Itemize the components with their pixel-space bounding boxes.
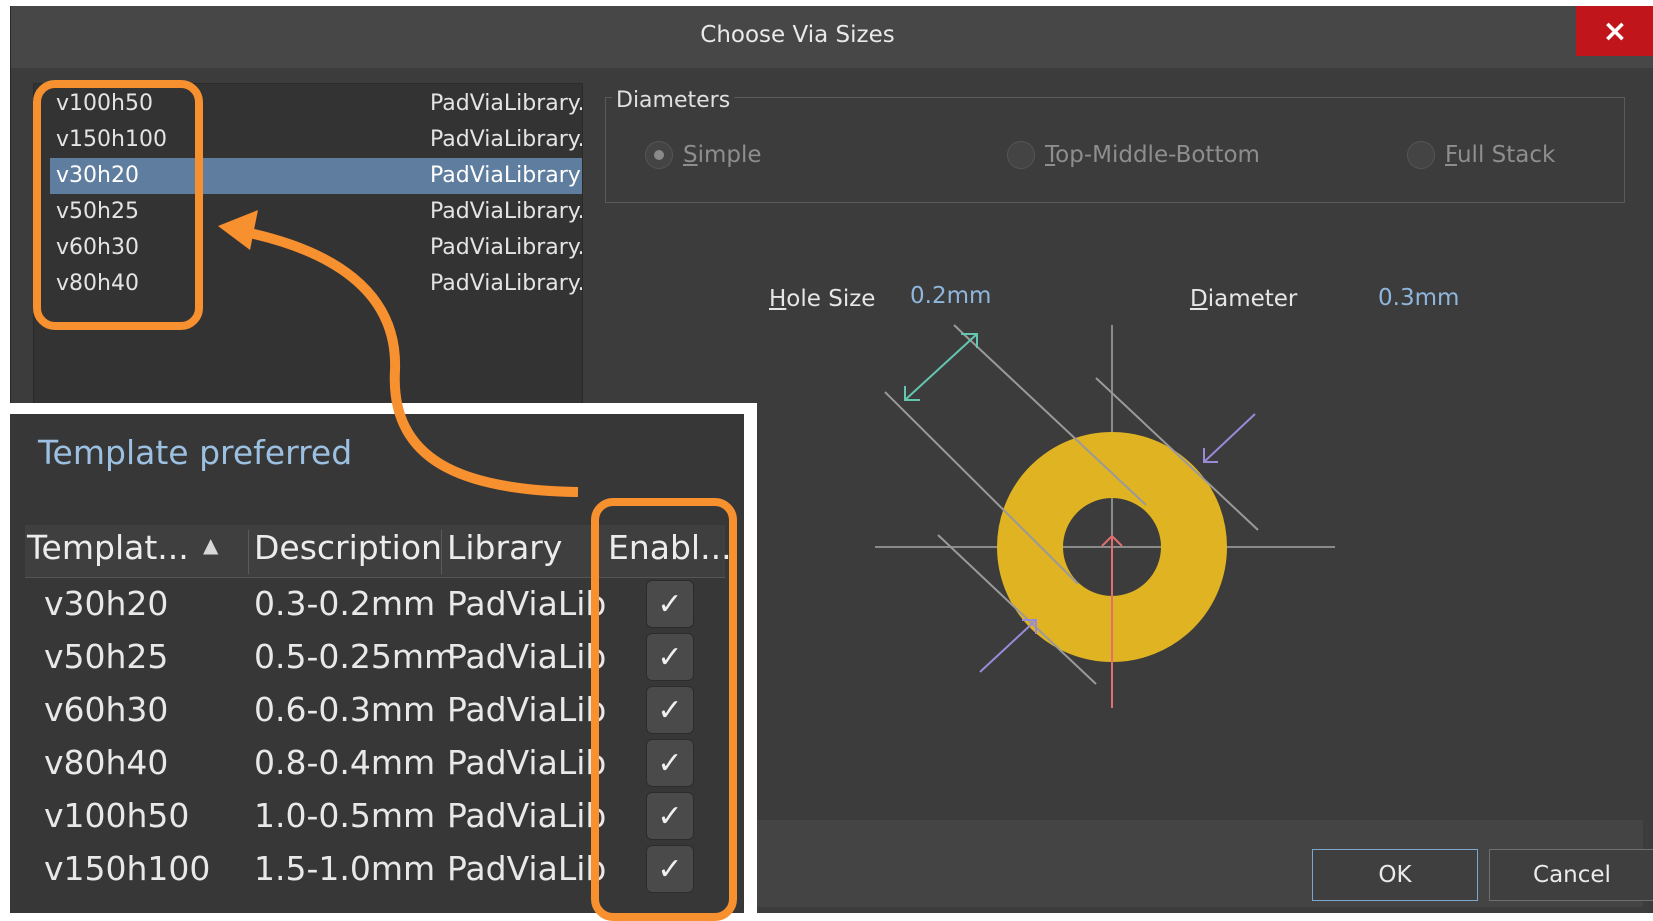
ok-button[interactable]: OK bbox=[1312, 849, 1478, 901]
radio-label-mnemonic: S bbox=[683, 142, 698, 168]
title-bar: Choose Via Sizes × bbox=[11, 6, 1653, 68]
cell-library: PadViaLib bbox=[447, 584, 605, 623]
radio-top-middle-bottom[interactable]: Top-Middle-Bottom bbox=[1007, 140, 1260, 170]
via-library: PadViaLibrary. bbox=[430, 91, 582, 116]
radio-dot bbox=[654, 150, 664, 160]
radio-circle bbox=[1407, 141, 1435, 169]
radio-simple[interactable]: Simple bbox=[645, 140, 762, 170]
hole-size-mnemonic: H bbox=[769, 286, 787, 312]
radio-label-mnemonic: T bbox=[1045, 142, 1056, 168]
radio-label: Simple bbox=[683, 142, 762, 168]
cell-library: PadViaLib bbox=[447, 690, 605, 729]
cancel-button[interactable]: Cancel bbox=[1489, 849, 1653, 901]
diameter-value[interactable]: 0.3mm bbox=[1378, 285, 1459, 311]
diameter-mnemonic: D bbox=[1190, 286, 1208, 312]
hole-size-value[interactable]: 0.2mm bbox=[910, 283, 991, 309]
hole-size-text: ole Size bbox=[786, 286, 876, 312]
cell-template: v60h30 bbox=[44, 690, 169, 729]
column-header-description[interactable]: Description bbox=[254, 528, 442, 567]
hole-size-arrow bbox=[904, 333, 978, 401]
diameter-label: Diameter bbox=[1190, 286, 1297, 312]
cell-description: 0.6-0.3mm bbox=[254, 690, 436, 729]
close-icon[interactable]: × bbox=[1576, 6, 1653, 56]
dialog-title: Choose Via Sizes bbox=[700, 22, 895, 48]
radio-label-text: ull Stack bbox=[1456, 142, 1556, 168]
column-header-library[interactable]: Library bbox=[447, 528, 562, 567]
cell-template: v30h20 bbox=[44, 584, 169, 623]
cell-template: v80h40 bbox=[44, 743, 169, 782]
column-separator[interactable] bbox=[441, 530, 442, 574]
diameters-legend: Diameters bbox=[612, 88, 735, 113]
radio-circle bbox=[645, 141, 673, 169]
column-header-template[interactable]: Templat... bbox=[27, 528, 189, 567]
cell-template: v100h50 bbox=[44, 796, 190, 835]
radio-full-stack[interactable]: Full Stack bbox=[1407, 140, 1555, 170]
radio-label-mnemonic: F bbox=[1445, 142, 1457, 168]
cell-description: 0.3-0.2mm bbox=[254, 584, 436, 623]
highlight-box-via-list bbox=[33, 80, 203, 330]
radio-label: Top-Middle-Bottom bbox=[1045, 142, 1260, 168]
cell-description: 0.5-0.25mm bbox=[254, 637, 457, 676]
radio-label-text: imple bbox=[697, 142, 762, 168]
cell-description: 1.0-0.5mm bbox=[254, 796, 436, 835]
radio-circle bbox=[1007, 141, 1035, 169]
cell-library: PadViaLib bbox=[447, 637, 605, 676]
via-diagram bbox=[875, 324, 1335, 708]
cell-library: PadViaLib bbox=[447, 849, 605, 888]
cell-description: 0.8-0.4mm bbox=[254, 743, 436, 782]
radio-label-text: op-Middle-Bottom bbox=[1055, 142, 1260, 168]
hole-size-label: Hole Size bbox=[769, 286, 875, 312]
cell-template: v50h25 bbox=[44, 637, 169, 676]
sort-ascending-icon[interactable]: ▲ bbox=[203, 533, 218, 557]
highlight-box-enabled-column bbox=[591, 498, 737, 921]
cell-description: 1.5-1.0mm bbox=[254, 849, 436, 888]
cell-template: v150h100 bbox=[44, 849, 211, 888]
diameter-text: iameter bbox=[1207, 286, 1298, 312]
column-separator[interactable] bbox=[248, 530, 249, 574]
via-library: PadViaLibrary. bbox=[430, 127, 582, 152]
cell-library: PadViaLib bbox=[447, 796, 605, 835]
curved-arrow-icon bbox=[218, 210, 579, 497]
via-library: PadViaLibrary bbox=[430, 163, 581, 188]
cell-library: PadViaLib bbox=[447, 743, 605, 782]
radio-label: Full Stack bbox=[1445, 142, 1555, 168]
